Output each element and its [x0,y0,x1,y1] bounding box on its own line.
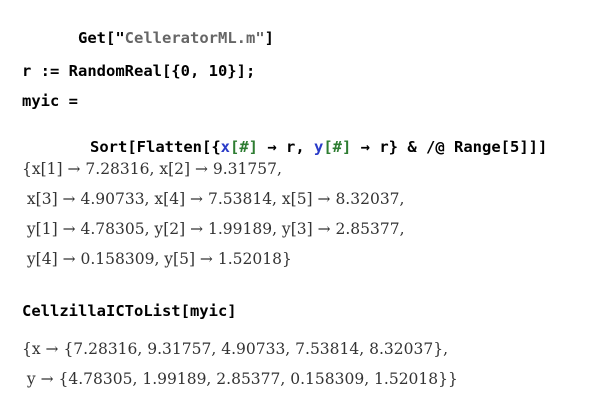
output-line: {x → {7.28316, 9.31757, 4.90733, 7.53814… [22,340,448,358]
string-quote-open: " [115,28,125,47]
define-myic-line: myic = [22,92,78,110]
output-line: y[1] → 4.78305, y[2] → 1.99189, y[3] → 2… [22,220,405,238]
output-line: x[3] → 4.90733, x[4] → 7.53814, x[5] → 8… [22,190,405,208]
sort-suffix: → r} & /@ Range[5]]] [351,137,548,156]
get-close-bracket: ] [264,28,275,47]
input-cell-convert[interactable]: CellzillaICToList[myic] [0,296,609,326]
output-line: {x[1] → 7.28316, x[2] → 9.31757, [22,160,282,178]
string-quote-close: " [255,28,265,47]
get-function: Get[ [78,28,116,47]
notebook: Get["CelleratorML.m"] r := RandomReal[{0… [0,0,609,412]
output-cell-myic: {x[1] → 7.28316, x[2] → 9.31757, x[3] → … [0,158,609,268]
output-line: y[4] → 0.158309, y[5] → 1.52018} [22,250,292,268]
slot-y: [#] [323,137,352,156]
output-cell-list: {x → {7.28316, 9.31757, 4.90733, 7.53814… [0,338,609,398]
sort-mid: → r, [258,137,314,156]
symbol-y: y [314,137,324,156]
convert-expression: CellzillaICToList[myic] [22,302,237,320]
define-r-line: r := RandomReal[{0, 10}]; [22,62,256,80]
input-cell-get[interactable]: Get["CelleratorML.m"] [0,0,609,46]
filename-string: CelleratorML.m [124,28,256,47]
sort-prefix: Sort[Flatten[{ [90,137,221,156]
symbol-x: x [220,137,230,156]
slot-x: [#] [230,137,258,156]
output-line: y → {4.78305, 1.99189, 2.85377, 0.158309… [22,370,458,388]
input-cell-define[interactable]: r := RandomReal[{0, 10}]; myic = Sort[Fl… [0,55,609,154]
